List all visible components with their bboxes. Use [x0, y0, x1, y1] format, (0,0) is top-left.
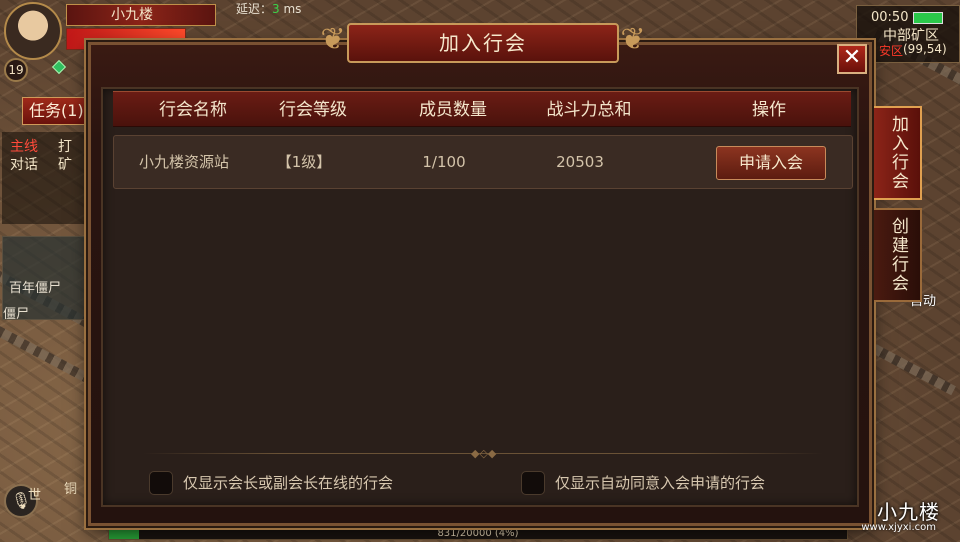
player-portrait[interactable]: [4, 2, 62, 60]
battery-icon: [913, 12, 943, 24]
guild-name: 小九楼资源站: [138, 153, 230, 171]
latency-label: 延迟：: [236, 2, 273, 16]
monster-card[interactable]: 百年僵尸 僵尸: [2, 236, 90, 322]
clock-time: 00:50: [871, 10, 909, 25]
filter-auto-accept-label[interactable]: 仅显示自动同意入会申请的行会: [555, 471, 765, 495]
watermark-title: 小九楼: [877, 500, 940, 524]
latency-indicator: 延迟：3 ms: [236, 0, 301, 17]
watermark-url: www.xjyxi.com: [861, 522, 936, 533]
column-member-count: 成员数量: [419, 100, 487, 120]
latency-unit: ms: [283, 2, 302, 16]
area-safety-tag: 安区: [879, 44, 904, 58]
dragon-ornament-icon: ❦: [620, 22, 646, 57]
monster-name-secondary: 僵尸: [3, 307, 30, 322]
table-row[interactable]: 小九楼资源站 【1级】 1/100 20503 申请入会: [113, 135, 853, 189]
task-button[interactable]: 任务(1): [22, 97, 94, 125]
dialog-title: 加入行会: [347, 23, 619, 63]
column-guild-level: 行会等级: [279, 100, 347, 120]
main-quest-text: 打: [58, 139, 72, 155]
column-action: 操作: [752, 100, 786, 120]
column-total-power: 战斗力总和: [546, 100, 632, 120]
experience-bar: 831/20000 (4%): [108, 528, 848, 540]
player-level-badge: 19: [4, 58, 28, 82]
guild-power: 20503: [556, 153, 604, 171]
guild-table-header: 行会名称 行会等级 成员数量 战斗力总和 操作: [113, 91, 851, 127]
filter-online-leader-label[interactable]: 仅显示会长或副会长在线的行会: [183, 471, 393, 495]
talk-quest-tag: 对话: [10, 157, 38, 173]
join-guild-dialog: ❦ 加入行会 ❦ ✕ 行会名称 行会等级 成员数量 战斗力总和 操作 小九楼资源…: [88, 22, 872, 526]
latency-value: 3: [272, 2, 280, 16]
tab-join-guild[interactable]: 加入行会: [874, 106, 922, 200]
filter-auto-accept-checkbox[interactable]: [521, 471, 545, 495]
guild-list-panel: 行会名称 行会等级 成员数量 战斗力总和 操作 小九楼资源站 【1级】 1/10…: [101, 87, 859, 507]
talk-quest-text: 矿: [58, 157, 72, 173]
experience-text: 831/20000 (4%): [437, 528, 519, 539]
column-guild-name: 行会名称: [159, 100, 227, 120]
filter-online-leader-checkbox[interactable]: [149, 471, 173, 495]
player-name: 小九楼: [66, 4, 216, 26]
main-quest-tag: 主线: [10, 139, 38, 155]
task-list[interactable]: 主线 打 对话 矿: [2, 132, 92, 224]
apply-join-button[interactable]: 申请入会: [716, 146, 826, 180]
chat-channel-other[interactable]: 铜: [64, 478, 77, 497]
monster-name: 百年僵尸: [9, 281, 62, 296]
guild-level: 【1级】: [276, 153, 332, 171]
chat-channel-world[interactable]: 世: [28, 484, 41, 503]
close-button[interactable]: ✕: [837, 44, 867, 74]
guild-members: 1/100: [422, 153, 466, 171]
area-coordinates: (99,54): [903, 42, 947, 56]
tab-create-guild[interactable]: 创建行会: [874, 208, 922, 302]
divider-ornament-icon: ◆◇◆: [471, 447, 497, 460]
